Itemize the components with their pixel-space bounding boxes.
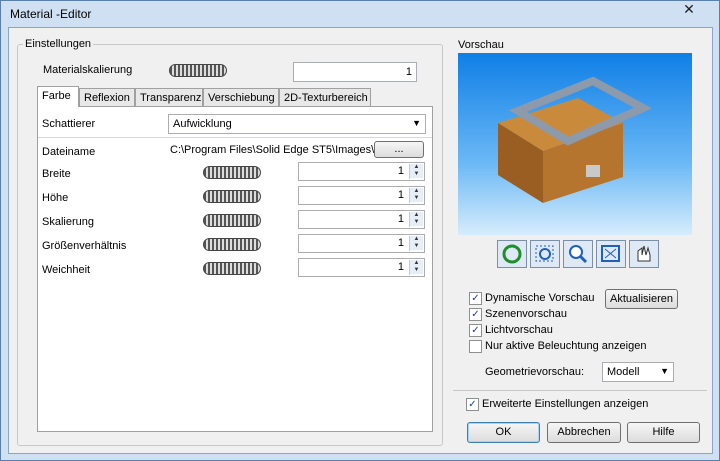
tab-verschiebung[interactable]: Verschiebung — [203, 88, 279, 106]
tab-farbe[interactable]: Farbe — [37, 86, 79, 107]
footer-divider — [453, 390, 707, 391]
pan-icon[interactable] — [629, 240, 659, 268]
spin-up-icon[interactable]: ▲ — [410, 236, 423, 243]
preview-toolbar — [497, 240, 659, 270]
breite-spinbox[interactable]: 1 ▲ ▼ — [298, 162, 425, 181]
aktualisieren-button[interactable]: Aktualisieren — [605, 289, 678, 309]
hilfe-button[interactable]: Hilfe — [627, 422, 700, 443]
schattierer-value: Aufwicklung — [173, 118, 232, 130]
breite-slider[interactable] — [203, 166, 261, 179]
geometrievorschau-label: Geometrievorschau: — [485, 366, 585, 378]
szenenvorschau-checkbox[interactable]: ✓ — [469, 308, 482, 321]
hoehe-spinbox[interactable]: 1 ▲ ▼ — [298, 186, 425, 205]
spin-up-icon[interactable]: ▲ — [410, 212, 423, 219]
schattierer-label: Schattierer — [42, 118, 96, 130]
breite-value: 1 — [397, 165, 404, 177]
weichheit-value: 1 — [397, 261, 404, 273]
dialog-client: Einstellungen Materialskalierung 1 Farbe… — [8, 27, 713, 454]
fit-icon[interactable] — [596, 240, 626, 268]
geometrievorschau-value: Modell — [607, 366, 640, 378]
hoehe-slider[interactable] — [203, 190, 261, 203]
dateiname-label: Dateiname — [42, 146, 96, 158]
szenenvorschau-label: Szenenvorschau — [485, 308, 567, 320]
preview-viewport[interactable] — [458, 53, 692, 235]
groessenverhaeltnis-slider[interactable] — [203, 238, 261, 251]
spin-up-icon[interactable]: ▲ — [410, 164, 423, 171]
lichtvorschau-checkbox[interactable]: ✓ — [469, 324, 482, 337]
lichtvorschau-label: Lichtvorschau — [485, 324, 553, 336]
materialskalierung-slider[interactable] — [169, 64, 227, 77]
spin-down-icon[interactable]: ▼ — [410, 267, 423, 274]
preview-model-image — [498, 76, 653, 203]
nur-aktive-beleuchtung-checkbox[interactable] — [469, 340, 482, 353]
erweiterte-einstellungen-checkbox[interactable]: ✓ — [466, 398, 479, 411]
title-bar[interactable]: Material -Editor ✕ — [1, 1, 719, 25]
farbe-panel: Schattierer Aufwicklung ▼ Dateiname C:\P… — [37, 106, 433, 432]
skalierung-slider[interactable] — [203, 214, 261, 227]
window-title: Material -Editor — [10, 7, 92, 21]
weichheit-slider[interactable] — [203, 262, 261, 275]
groessenverhaeltnis-label: Größenverhältnis — [42, 240, 127, 252]
chevron-down-icon: ▼ — [412, 118, 421, 128]
zoom-area-icon[interactable] — [530, 240, 560, 268]
groessenverhaeltnis-spinbox[interactable]: 1 ▲ ▼ — [298, 234, 425, 253]
hoehe-value: 1 — [397, 189, 404, 201]
dynamische-vorschau-checkbox[interactable]: ✓ — [469, 292, 482, 305]
dynamische-vorschau-label: Dynamische Vorschau — [485, 292, 595, 304]
spin-down-icon[interactable]: ▼ — [410, 171, 423, 178]
rotate-icon[interactable] — [497, 240, 527, 268]
browse-button[interactable]: ... — [374, 141, 424, 158]
einstellungen-label: Einstellungen — [23, 38, 94, 50]
divider — [38, 137, 432, 138]
skalierung-value: 1 — [397, 213, 404, 225]
chevron-down-icon: ▼ — [660, 366, 669, 376]
close-button[interactable]: ✕ — [673, 2, 705, 18]
dateiname-field[interactable]: C:\Program Files\Solid Edge ST5\Images\ — [170, 144, 374, 156]
ok-button[interactable]: OK — [467, 422, 540, 443]
tab-reflexion[interactable]: Reflexion — [79, 88, 135, 106]
spin-up-icon[interactable]: ▲ — [410, 260, 423, 267]
spin-up-icon[interactable]: ▲ — [410, 188, 423, 195]
spin-down-icon[interactable]: ▼ — [410, 219, 423, 226]
nur-aktive-beleuchtung-label: Nur aktive Beleuchtung anzeigen — [485, 340, 647, 352]
breite-label: Breite — [42, 168, 71, 180]
material-editor-window: Material -Editor ✕ Einstellungen Materia… — [0, 0, 720, 461]
tab-transparenz[interactable]: Transparenz — [135, 88, 203, 106]
zoom-icon[interactable] — [563, 240, 593, 268]
groessenverhaeltnis-value: 1 — [397, 237, 404, 249]
spin-down-icon[interactable]: ▼ — [410, 243, 423, 250]
vorschau-label: Vorschau — [458, 39, 504, 51]
tab-strip: Farbe Reflexion Transparenz Verschiebung… — [37, 86, 433, 108]
spin-down-icon[interactable]: ▼ — [410, 195, 423, 202]
geometrievorschau-dropdown[interactable]: Modell ▼ — [602, 362, 674, 382]
materialskalierung-field[interactable]: 1 — [293, 62, 417, 82]
skalierung-label: Skalierung — [42, 216, 94, 228]
hoehe-label: Höhe — [42, 192, 69, 204]
schattierer-dropdown[interactable]: Aufwicklung ▼ — [168, 114, 426, 134]
weichheit-label: Weichheit — [42, 264, 91, 276]
tab-2d-texturbereich[interactable]: 2D-Texturbereich — [279, 88, 371, 106]
weichheit-spinbox[interactable]: 1 ▲ ▼ — [298, 258, 425, 277]
abbrechen-button[interactable]: Abbrechen — [547, 422, 621, 443]
erweiterte-einstellungen-label: Erweiterte Einstellungen anzeigen — [482, 398, 649, 410]
materialskalierung-label: Materialskalierung — [43, 64, 133, 76]
skalierung-spinbox[interactable]: 1 ▲ ▼ — [298, 210, 425, 229]
